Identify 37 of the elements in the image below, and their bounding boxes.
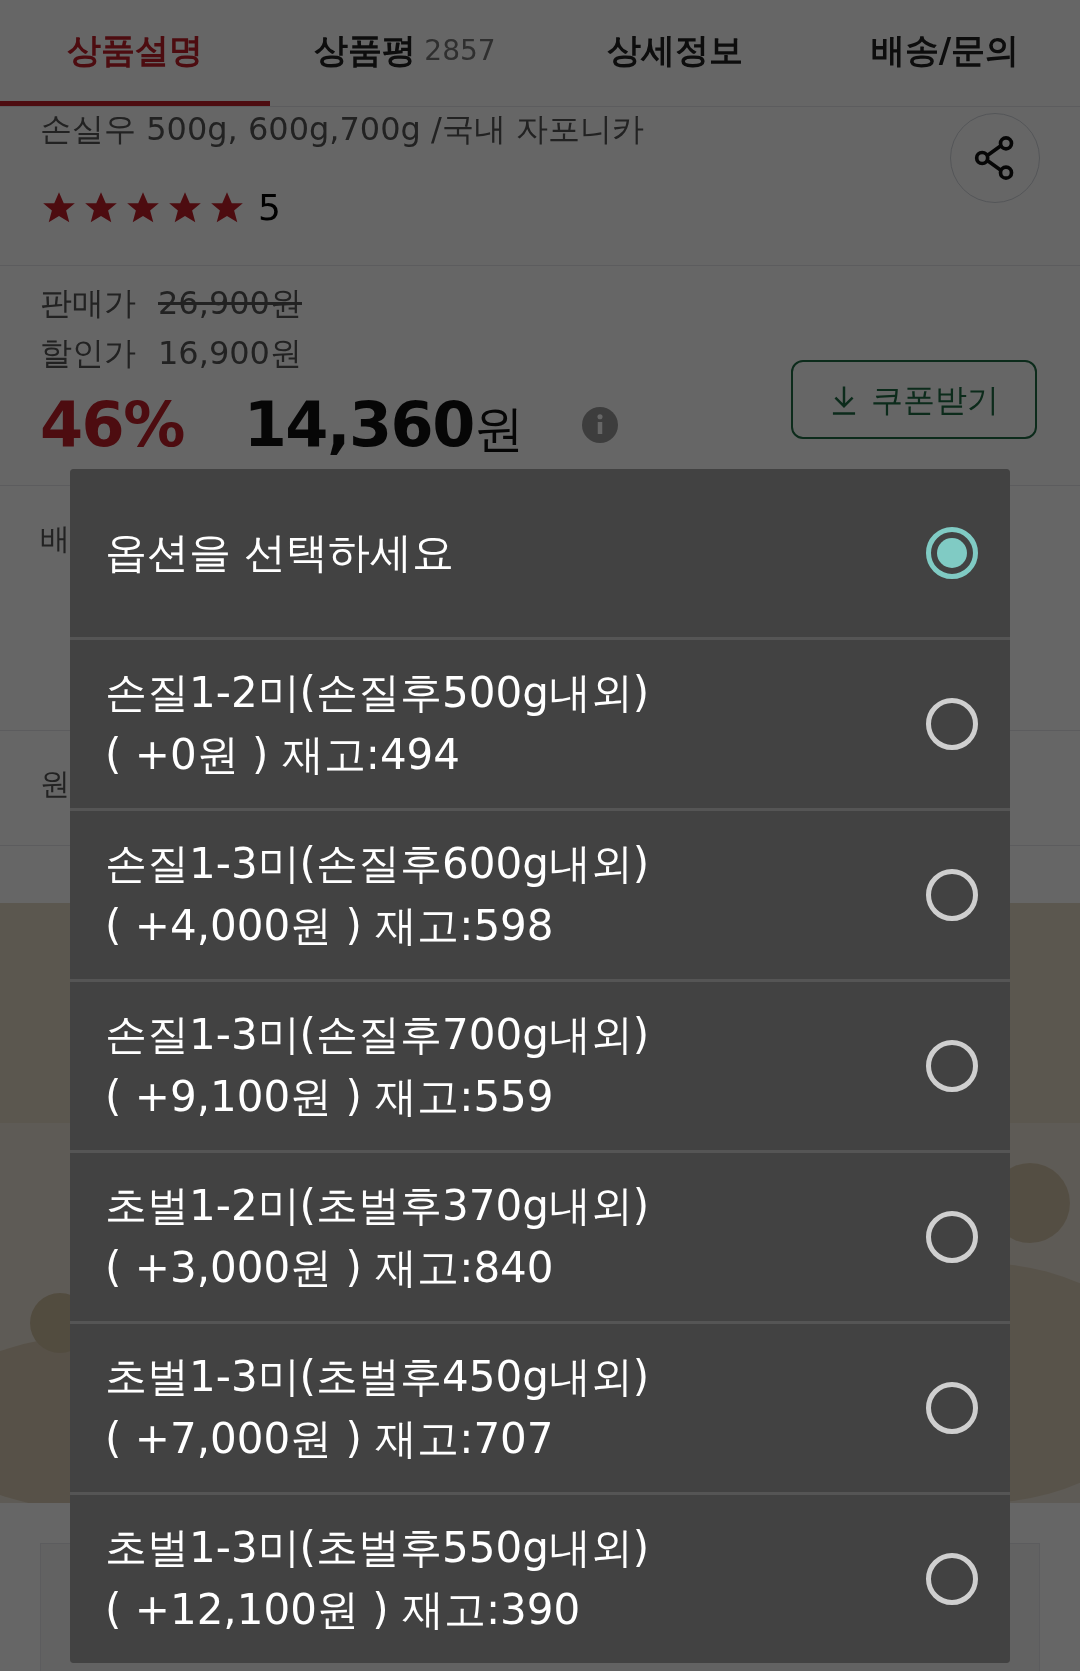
radio-button[interactable] <box>926 869 978 921</box>
option-detail: ( +12,100원 ) 재고:390 <box>105 1584 582 1636</box>
option-detail: ( +9,100원 ) 재고:559 <box>105 1071 555 1123</box>
row-label: 배 <box>40 521 70 556</box>
option-item[interactable]: 손질1-3미(손질후600g내외) ( +4,000원 ) 재고:598 <box>70 811 1010 979</box>
option-detail: ( +7,000원 ) 재고:707 <box>105 1413 555 1465</box>
row-label: 원 <box>40 766 70 801</box>
radio-button[interactable] <box>926 1211 978 1263</box>
option-item[interactable]: 초벌1-2미(초벌후370g내외) ( +3,000원 ) 재고:840 <box>70 1153 1010 1321</box>
rating-value: 5 <box>258 186 281 230</box>
radio-button[interactable] <box>926 1382 978 1434</box>
sale-price-label: 할인가 <box>40 333 136 374</box>
sale-price: 16,900원 <box>158 333 302 374</box>
radio-button[interactable] <box>926 1553 978 1605</box>
option-name: 손질1-3미(손질후600g내외) <box>105 838 650 890</box>
radio-button[interactable] <box>926 527 978 579</box>
option-item[interactable]: 옵션을 선택하세요 <box>70 469 1010 637</box>
option-item[interactable]: 손질1-3미(손질후700g내외) ( +9,100원 ) 재고:559 <box>70 982 1010 1150</box>
option-name: 손질1-3미(손질후700g내외) <box>105 1009 650 1061</box>
option-name: 옵션을 선택하세요 <box>105 527 455 579</box>
option-item[interactable]: 초벌1-3미(초벌후550g내외) ( +12,100원 ) 재고:390 <box>70 1495 1010 1663</box>
option-detail: ( +3,000원 ) 재고:840 <box>105 1242 555 1294</box>
option-item[interactable]: 손질1-2미(손질후500g내외) ( +0원 ) 재고:494 <box>70 640 1010 808</box>
option-item[interactable]: 초벌1-3미(초벌후450g내외) ( +7,000원 ) 재고:707 <box>70 1324 1010 1492</box>
product-subtitle: 손실우 500g, 600g,700g /국내 자포니카 <box>40 109 644 149</box>
option-detail: ( +0원 ) 재고:494 <box>105 729 462 781</box>
option-name: 초벌1-3미(초벌후450g내외) <box>105 1351 650 1403</box>
option-detail: ( +4,000원 ) 재고:598 <box>105 900 555 952</box>
final-price: 14,360원 <box>243 387 523 463</box>
option-name: 손질1-2미(손질후500g내외) <box>105 667 650 719</box>
discount-rate: 46% <box>40 387 184 463</box>
list-price-label: 판매가 <box>40 283 136 324</box>
radio-button[interactable] <box>926 1040 978 1092</box>
option-name: 초벌1-3미(초벌후550g내외) <box>105 1522 650 1574</box>
option-name: 초벌1-2미(초벌후370g내외) <box>105 1180 650 1232</box>
radio-button[interactable] <box>926 698 978 750</box>
list-price: 26,900원 <box>158 283 302 324</box>
